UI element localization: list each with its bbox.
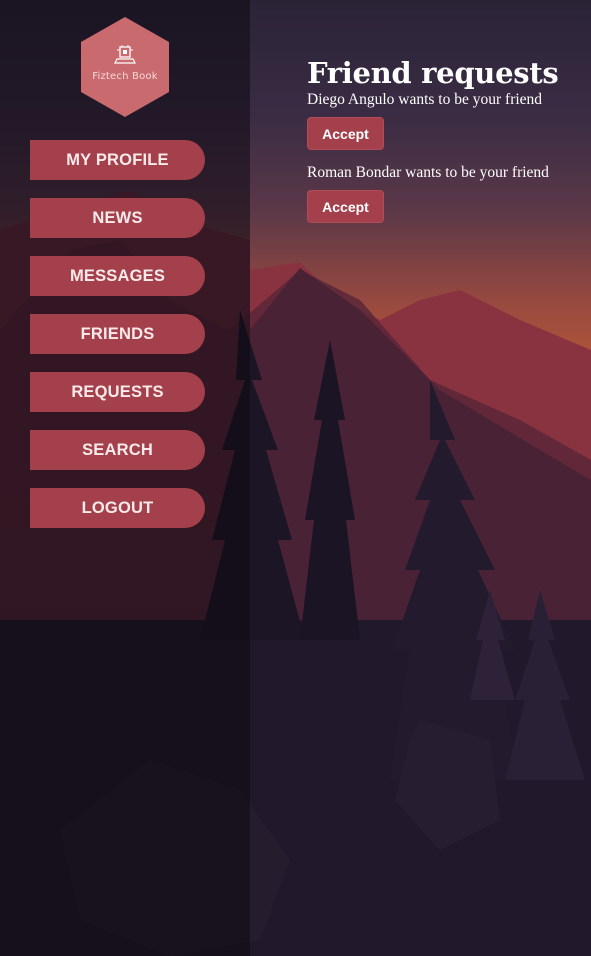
nav-messages-button[interactable]: MESSAGES	[30, 256, 205, 296]
friend-request-text: Diego Angulo wants to be your friend	[307, 91, 543, 108]
logo[interactable]: Fiztech Book	[81, 17, 169, 117]
nav-requests-button[interactable]: REQUESTS	[30, 372, 205, 412]
laptop-chip-icon	[114, 45, 136, 64]
accept-request-button[interactable]: Accept	[307, 190, 384, 223]
nav-search-button[interactable]: SEARCH	[30, 430, 205, 470]
logo-hexagon	[81, 17, 169, 117]
nav-logout-button[interactable]: LOGOUT	[30, 488, 205, 528]
nav-my-profile-button[interactable]: MY PROFILE	[30, 140, 205, 180]
logo-text: Fiztech Book	[92, 71, 158, 82]
page-title: Friend requests	[307, 56, 559, 90]
friend-request-item: Roman Bondar wants to be your friend Acc…	[307, 164, 587, 223]
friend-request-text: Roman Bondar wants to be your friend	[307, 164, 549, 181]
nav-friends-button[interactable]: FRIENDS	[30, 314, 205, 354]
main-content: Friend requests Diego Angulo wants to be…	[307, 55, 587, 237]
friend-request-item: Diego Angulo wants to be your friend Acc…	[307, 91, 587, 150]
sidebar: Fiztech Book MY PROFILE NEWS MESSAGES FR…	[0, 0, 250, 956]
sidebar-nav: MY PROFILE NEWS MESSAGES FRIENDS REQUEST…	[30, 140, 205, 546]
nav-news-button[interactable]: NEWS	[30, 198, 205, 238]
accept-request-button[interactable]: Accept	[307, 117, 384, 150]
